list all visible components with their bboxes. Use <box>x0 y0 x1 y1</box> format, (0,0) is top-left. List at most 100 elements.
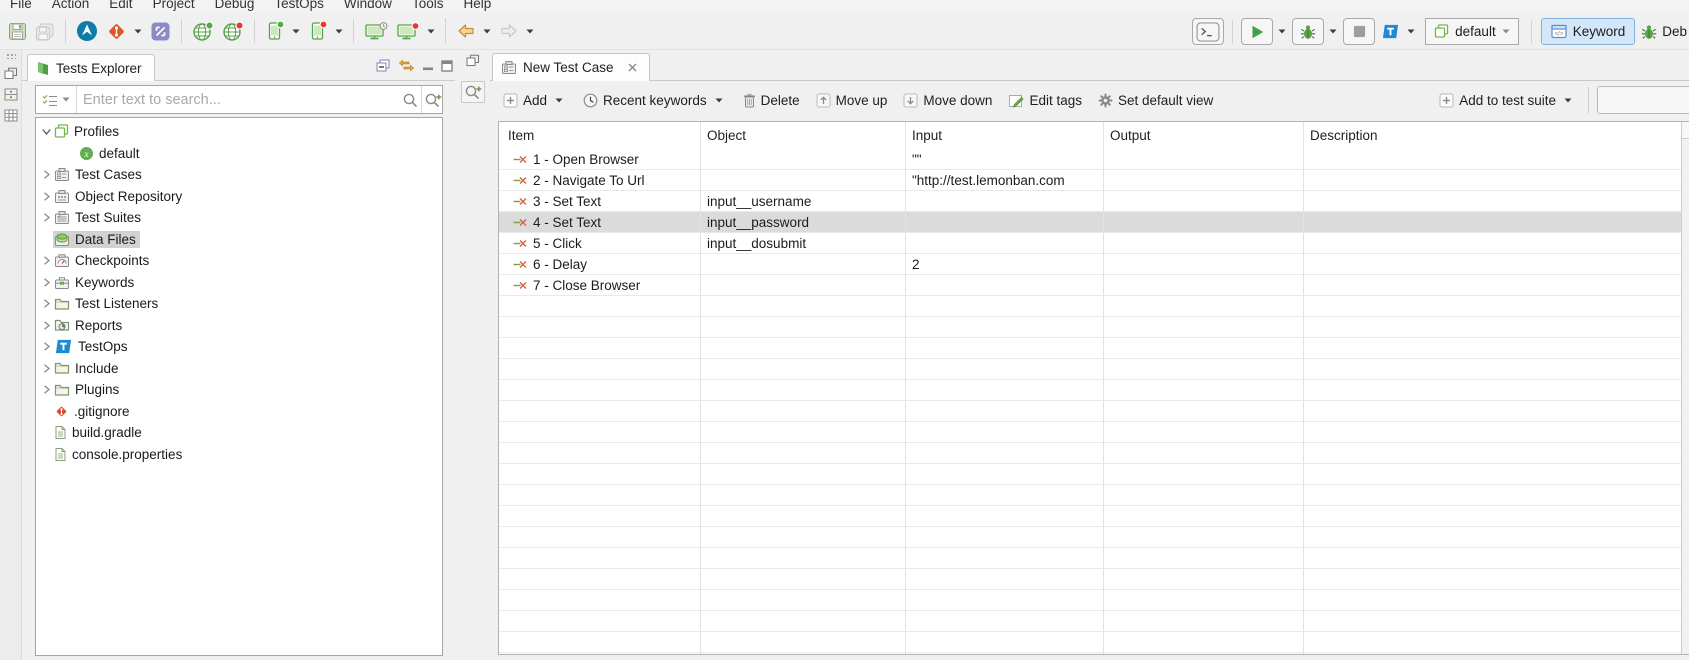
table-row-empty[interactable] <box>499 485 1681 506</box>
svn-button[interactable] <box>147 19 174 44</box>
table-row-empty[interactable] <box>499 338 1681 359</box>
job-view-icon[interactable] <box>4 88 18 101</box>
debug-button[interactable] <box>1292 18 1325 45</box>
git-button-dropdown[interactable] <box>134 29 142 34</box>
windows-spy-button-dropdown[interactable] <box>427 29 435 34</box>
restore-pane-icon[interactable] <box>466 54 480 67</box>
table-row-empty[interactable] <box>499 590 1681 611</box>
tree-item-testops[interactable]: TestOps <box>36 336 442 358</box>
stop-button[interactable] <box>1343 18 1376 45</box>
add-to-test-suite-button-dropdown[interactable] <box>1564 98 1572 103</box>
menu-window[interactable]: Window <box>336 0 400 11</box>
table-row-empty[interactable] <box>499 464 1681 485</box>
chevron-right-icon[interactable] <box>40 170 53 179</box>
menu-testops[interactable]: TestOps <box>266 0 332 11</box>
tree-item-default[interactable]: x default <box>36 143 442 165</box>
table-row-empty[interactable] <box>499 359 1681 380</box>
katalon-studio-button[interactable] <box>73 18 101 44</box>
add-to-test-suite-button[interactable]: Add to test suite <box>1439 93 1576 108</box>
debug-view-button[interactable]: Deb <box>1638 23 1689 41</box>
table-row[interactable]: 3 - Set Text input__username <box>499 191 1681 212</box>
table-row[interactable]: 4 - Set Text input__password <box>499 212 1681 233</box>
keyword-view-toggle[interactable]: </> Keyword <box>1540 18 1636 45</box>
recent-keywords-button[interactable]: Recent keywords <box>583 93 727 108</box>
chevron-right-icon[interactable] <box>40 278 53 287</box>
chevron-right-icon[interactable] <box>40 364 53 373</box>
chevron-down-icon[interactable] <box>40 127 53 136</box>
chevron-right-icon[interactable] <box>40 192 53 201</box>
menu-action[interactable]: Action <box>44 0 98 11</box>
tree-item-reports[interactable]: Reports <box>36 315 442 337</box>
chevron-right-icon[interactable] <box>40 213 53 222</box>
tree-item-checkpoints[interactable]: Checkpoints <box>36 250 442 272</box>
mobile-record-button[interactable] <box>262 18 288 44</box>
move-down-button[interactable]: Move down <box>903 93 992 108</box>
tab-new-test-case[interactable]: New Test Case <box>492 53 650 81</box>
table-row-empty[interactable] <box>499 317 1681 338</box>
table-row-empty[interactable] <box>499 422 1681 443</box>
mobile-record-button-dropdown[interactable] <box>292 29 300 34</box>
drag-handle[interactable] <box>5 53 16 59</box>
menu-file[interactable]: File <box>2 0 40 11</box>
chevron-right-icon[interactable] <box>40 385 53 394</box>
testops-button[interactable] <box>1378 20 1403 43</box>
tree-item-data-files[interactable]: Data Files <box>36 229 442 251</box>
advanced-search-icon[interactable] <box>424 92 442 108</box>
column-header-input[interactable]: Input <box>906 122 1104 149</box>
web-record-button[interactable] <box>189 19 217 44</box>
table-row-empty[interactable] <box>499 527 1681 548</box>
tree-item-test-cases[interactable]: Test Cases <box>36 164 442 186</box>
tree-item-object-repository[interactable]: Object Repository <box>36 186 442 208</box>
column-header-item[interactable]: Item <box>499 122 701 149</box>
clipped-button[interactable] <box>1597 86 1689 114</box>
recent-keywords-button-dropdown[interactable] <box>715 98 723 103</box>
table-row[interactable]: 7 - Close Browser <box>499 275 1681 296</box>
tree-item-plugins[interactable]: Plugins <box>36 379 442 401</box>
table-row[interactable]: 1 - Open Browser "" <box>499 149 1681 170</box>
git-button[interactable] <box>103 19 130 44</box>
windows-spy-button[interactable] <box>393 19 423 44</box>
chevron-right-icon[interactable] <box>40 256 53 265</box>
edit-tags-button[interactable]: Edit tags <box>1008 93 1082 108</box>
terminal-button[interactable] <box>1192 18 1225 45</box>
link-with-editor-icon[interactable] <box>398 58 415 73</box>
move-up-button[interactable]: Move up <box>816 93 887 108</box>
table-row-empty[interactable] <box>499 653 1681 654</box>
table-row-empty[interactable] <box>499 506 1681 527</box>
menu-debug[interactable]: Debug <box>207 0 263 11</box>
collapse-all-icon[interactable] <box>375 58 391 73</box>
minimized-search-view-icon[interactable] <box>461 81 485 103</box>
back-button[interactable] <box>453 20 479 42</box>
table-row[interactable]: 5 - Click input__dosubmit <box>499 233 1681 254</box>
testops-dropdown[interactable] <box>1407 29 1415 34</box>
windows-record-button[interactable] <box>361 19 391 44</box>
tree-item-console-properties[interactable]: console.properties <box>36 444 442 466</box>
table-row-empty[interactable] <box>499 548 1681 569</box>
table-row[interactable]: 2 - Navigate To Url "http://test.lemonban… <box>499 170 1681 191</box>
forward-button[interactable] <box>496 20 522 42</box>
menu-help[interactable]: Help <box>455 0 499 11</box>
forward-button-dropdown[interactable] <box>526 29 534 34</box>
menu-edit[interactable]: Edit <box>101 0 140 11</box>
run-button[interactable] <box>1241 18 1274 45</box>
tree-item-build-gradle[interactable]: build.gradle <box>36 422 442 444</box>
column-header-output[interactable]: Output <box>1104 122 1304 149</box>
tree-item-gitignore[interactable]: .gitignore <box>36 401 442 423</box>
maximize-icon[interactable] <box>441 59 453 72</box>
debug-dropdown[interactable] <box>1329 29 1337 34</box>
table-view-icon[interactable] <box>4 109 18 122</box>
column-header-description[interactable]: Description <box>1304 122 1681 149</box>
table-row-empty[interactable] <box>499 380 1681 401</box>
add-button[interactable]: Add <box>503 93 567 108</box>
column-header-object[interactable]: Object <box>701 122 906 149</box>
chevron-right-icon[interactable] <box>40 321 53 330</box>
close-icon[interactable] <box>628 63 637 72</box>
table-row[interactable]: 6 - Delay 2 <box>499 254 1681 275</box>
table-row-empty[interactable] <box>499 401 1681 422</box>
tree-item-keywords[interactable]: Keywords <box>36 272 442 294</box>
table-row-empty[interactable] <box>499 296 1681 317</box>
tree-item-test-suites[interactable]: Test Suites <box>36 207 442 229</box>
chevron-right-icon[interactable] <box>40 299 53 308</box>
menu-project[interactable]: Project <box>145 0 203 11</box>
table-row-empty[interactable] <box>499 443 1681 464</box>
